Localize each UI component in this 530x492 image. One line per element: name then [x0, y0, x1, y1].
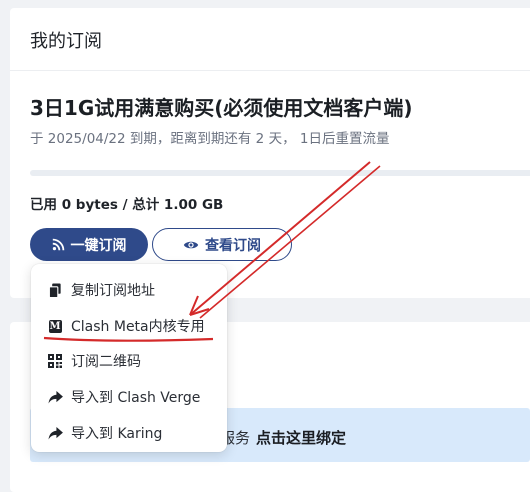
usage-text: 已用 0 bytes / 总计 1.00 GB — [30, 197, 224, 213]
menu-item-import-karing[interactable]: 导入到 Karing — [47, 421, 162, 445]
menu-item-label: 导入到 Karing — [71, 426, 163, 442]
menu-item-import-clash-verge[interactable]: 导入到 Clash Verge — [47, 385, 200, 409]
menu-item-qrcode[interactable]: 订阅二维码 — [47, 349, 141, 373]
card-header: 我的订阅 — [10, 8, 530, 71]
plan-name: 3日1G试用满意购买(必须使用文档客户端) — [30, 96, 413, 120]
page-title: 我的订阅 — [30, 31, 102, 52]
menu-item-label: 复制订阅地址 — [71, 283, 155, 299]
menu-item-label: 订阅二维码 — [71, 354, 141, 370]
eye-icon — [183, 239, 199, 251]
menu-item-label: Clash Meta内核专用 — [71, 319, 205, 335]
m-logo-icon: M — [48, 319, 62, 333]
share-icon — [47, 389, 63, 405]
view-subscription-button[interactable]: 查看订阅 — [152, 228, 292, 261]
copy-icon — [47, 282, 63, 298]
one-click-subscribe-button[interactable]: 一键订阅 — [30, 228, 148, 261]
qrcode-icon — [47, 353, 63, 369]
expiry-info: 于 2025/04/22 到期，距离到期还有 2 天， 1日后重置流量 — [30, 131, 390, 147]
subscribe-dropdown-menu: 复制订阅地址 M Clash Meta内核专用 订阅二维码 导入到 Clash … — [31, 264, 227, 452]
one-click-subscribe-label: 一键订阅 — [70, 237, 127, 254]
usage-progress-bar — [30, 170, 530, 176]
rss-icon — [52, 238, 65, 251]
menu-item-label: 导入到 Clash Verge — [71, 390, 201, 406]
subscription-card: 我的订阅 3日1G试用满意购买(必须使用文档客户端) 于 2025/04/22 … — [10, 8, 530, 298]
menu-item-copy-url[interactable]: 复制订阅地址 — [47, 278, 155, 302]
menu-item-clash-meta[interactable]: M Clash Meta内核专用 — [47, 314, 205, 338]
share-icon — [47, 425, 63, 441]
view-subscription-label: 查看订阅 — [205, 237, 261, 254]
bind-link[interactable]: 点击这里绑定 — [256, 429, 346, 447]
